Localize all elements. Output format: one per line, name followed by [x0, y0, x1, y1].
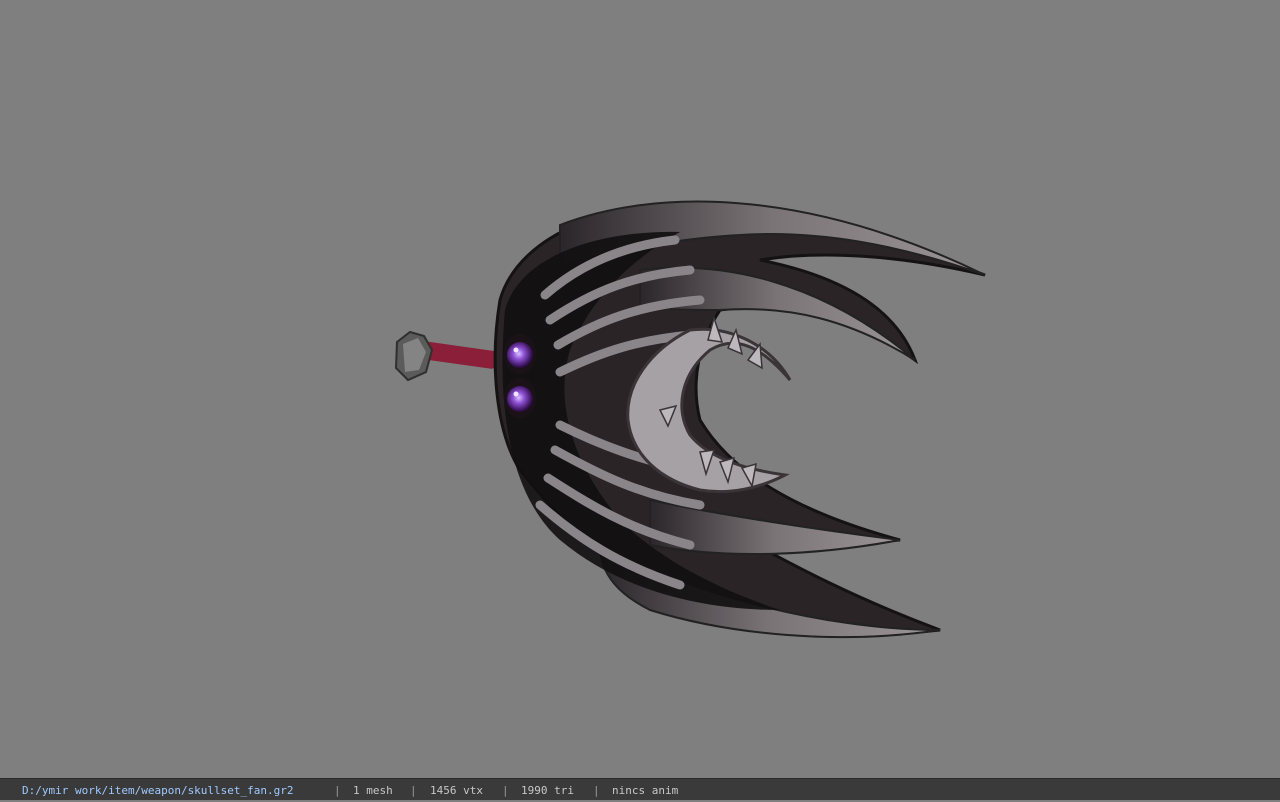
- triangle-count: 1990 tri: [521, 784, 574, 797]
- separator: |: [502, 784, 509, 797]
- separator: |: [593, 784, 600, 797]
- separator: |: [334, 784, 341, 797]
- separator: |: [410, 784, 417, 797]
- fan-handle: [394, 330, 499, 382]
- skull-fan-model: [394, 200, 986, 639]
- 3d-viewport[interactable]: [0, 0, 1280, 778]
- vertex-count: 1456 vtx: [430, 784, 483, 797]
- status-bar: D:/ymir work/item/weapon/skullset_fan.gr…: [0, 778, 1280, 800]
- animation-status: nincs anim: [612, 784, 679, 797]
- file-path: D:/ymir work/item/weapon/skullset_fan.gr…: [22, 784, 294, 797]
- mesh-count: 1 mesh: [353, 784, 393, 797]
